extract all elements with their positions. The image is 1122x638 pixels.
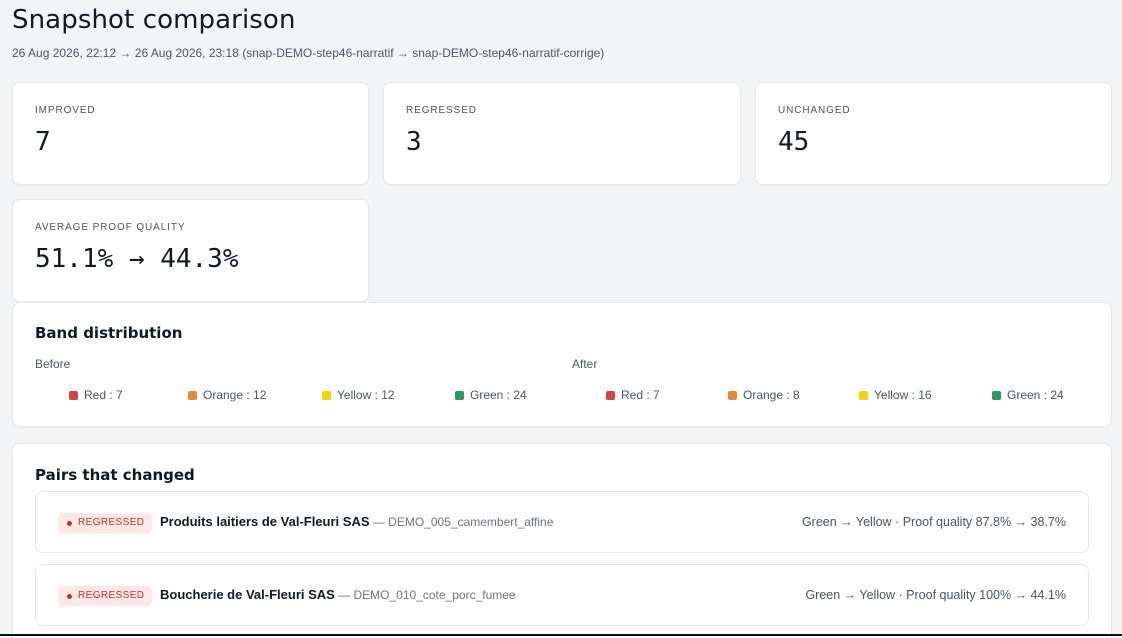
regressed-badge: REGRESSED <box>58 586 153 606</box>
band-label: Green : 24 <box>470 388 527 402</box>
orange-swatch <box>188 390 197 400</box>
improved-label: IMPROVED <box>35 105 96 116</box>
band-label: Yellow : 16 <box>874 388 932 402</box>
improved-card: IMPROVED 7 <box>12 82 369 185</box>
pair-change: Green → Yellow · Proof quality 100% → 44… <box>805 588 1066 602</box>
before-orange: Orange : 12 <box>188 388 266 402</box>
regressed-card: REGRESSED 3 <box>383 82 741 185</box>
status-dot-icon <box>67 594 72 599</box>
unchanged-label: UNCHANGED <box>778 105 851 116</box>
red-swatch <box>69 390 78 400</box>
after-yellow: Yellow : 16 <box>859 388 932 402</box>
window-edge <box>0 634 1122 636</box>
pair-row[interactable]: REGRESSED Produits laitiers de Val-Fleur… <box>35 491 1089 553</box>
pair-name: Boucherie de Val-Fleuri SAS — DEMO_010_c… <box>160 587 516 602</box>
regressed-label: REGRESSED <box>406 105 477 116</box>
after-orange: Orange : 8 <box>728 388 800 402</box>
band-distribution-title: Band distribution <box>35 324 183 342</box>
pair-change: Green → Yellow · Proof quality 87.8% → 3… <box>801 515 1066 529</box>
band-label: Green : 24 <box>1007 388 1064 402</box>
band-label: Red : 7 <box>84 388 123 402</box>
before-red: Red : 7 <box>69 388 123 402</box>
regressed-badge: REGRESSED <box>58 513 153 533</box>
band-label: Yellow : 12 <box>337 388 395 402</box>
pair-name: Produits laitiers de Val-Fleuri SAS — DE… <box>160 514 553 529</box>
green-swatch <box>455 390 464 400</box>
band-label: Red : 7 <box>621 388 660 402</box>
yellow-swatch <box>859 390 868 400</box>
snapshot-range: 26 Aug 2026, 22:12 → 26 Aug 2026, 23:18 … <box>12 46 605 60</box>
orange-swatch <box>728 390 737 400</box>
status-dot-icon <box>67 521 72 526</box>
band-distribution-card: Band distribution Before Red : 7 Orange … <box>12 302 1112 427</box>
pairs-title: Pairs that changed <box>35 466 195 484</box>
green-swatch <box>992 390 1001 400</box>
pairs-card: Pairs that changed REGRESSED Produits la… <box>12 443 1112 638</box>
badge-label: REGRESSED <box>78 517 145 528</box>
before-yellow: Yellow : 12 <box>322 388 395 402</box>
improved-value: 7 <box>35 127 51 157</box>
avg-quality-label: AVERAGE PROOF QUALITY <box>35 222 186 233</box>
after-green: Green : 24 <box>992 388 1064 402</box>
unchanged-card: UNCHANGED 45 <box>755 82 1112 185</box>
after-red: Red : 7 <box>606 388 660 402</box>
badge-label: REGRESSED <box>78 590 145 601</box>
company-name: Boucherie de Val-Fleuri SAS <box>160 587 335 602</box>
before-label: Before <box>35 357 71 371</box>
red-swatch <box>606 390 615 400</box>
company-name: Produits laitiers de Val-Fleuri SAS <box>160 514 370 529</box>
regressed-value: 3 <box>406 127 422 157</box>
pair-id: — DEMO_010_cote_porc_fumee <box>334 588 516 602</box>
after-label: After <box>572 357 598 371</box>
band-label: Orange : 8 <box>743 388 800 402</box>
avg-quality-card: AVERAGE PROOF QUALITY 51.1% → 44.3% <box>12 199 369 302</box>
band-label: Orange : 12 <box>203 388 267 402</box>
unchanged-value: 45 <box>778 127 810 157</box>
avg-quality-value: 51.1% → 44.3% <box>35 244 239 274</box>
page-title: Snapshot comparison <box>12 5 296 35</box>
pair-row[interactable]: REGRESSED Boucherie de Val-Fleuri SAS — … <box>35 564 1089 626</box>
before-green: Green : 24 <box>455 388 527 402</box>
yellow-swatch <box>322 390 331 400</box>
pair-id: — DEMO_005_camembert_affine <box>369 515 554 529</box>
